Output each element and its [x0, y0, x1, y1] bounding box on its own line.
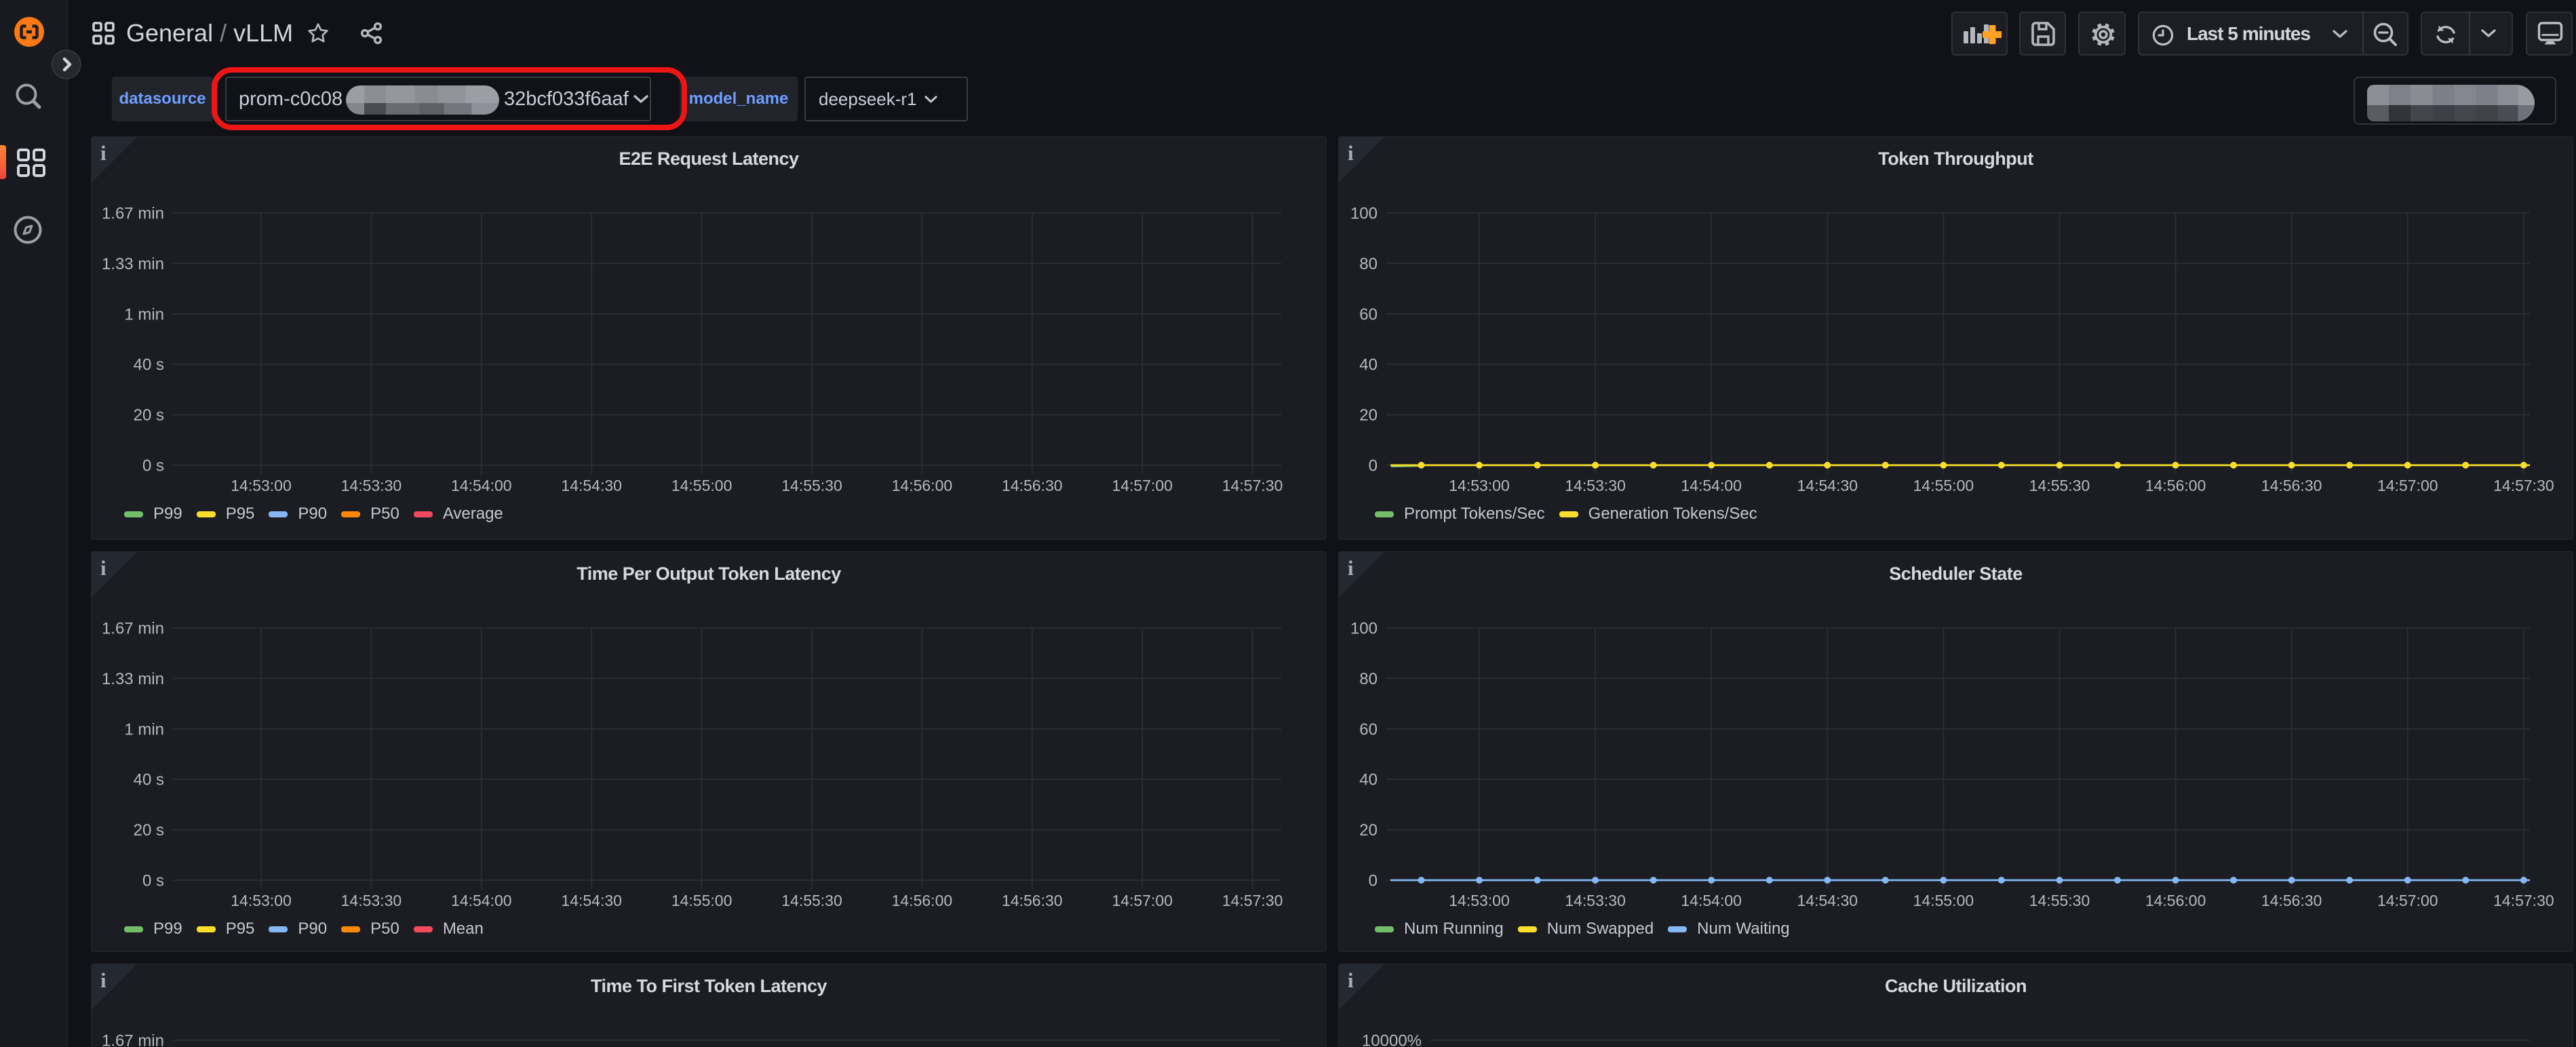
svg-text:14:54:30: 14:54:30 [561, 477, 622, 494]
svg-text:14:54:30: 14:54:30 [1797, 892, 1858, 909]
svg-text:14:55:30: 14:55:30 [2029, 892, 2090, 909]
svg-text:14:56:30: 14:56:30 [1002, 892, 1063, 909]
svg-text:14:53:00: 14:53:00 [231, 477, 292, 494]
svg-text:14:56:30: 14:56:30 [2261, 477, 2322, 494]
svg-text:14:57:30: 14:57:30 [1222, 477, 1283, 494]
svg-text:20: 20 [1359, 821, 1378, 839]
svg-text:20: 20 [1359, 406, 1378, 424]
svg-text:14:54:00: 14:54:00 [1681, 477, 1742, 494]
svg-text:0 s: 0 s [142, 872, 164, 890]
svg-text:14:54:00: 14:54:00 [451, 892, 512, 909]
svg-text:40: 40 [1359, 771, 1378, 789]
svg-text:14:53:30: 14:53:30 [1565, 477, 1626, 494]
svg-text:40: 40 [1359, 356, 1378, 374]
svg-text:14:56:30: 14:56:30 [2261, 892, 2322, 909]
svg-text:40 s: 40 s [134, 771, 164, 789]
svg-text:14:56:00: 14:56:00 [892, 477, 953, 494]
svg-text:14:57:30: 14:57:30 [1222, 892, 1283, 909]
svg-text:1.67 min: 1.67 min [102, 205, 164, 223]
svg-text:14:57:00: 14:57:00 [2377, 892, 2438, 909]
svg-text:14:54:30: 14:54:30 [1797, 477, 1858, 494]
svg-text:14:53:00: 14:53:00 [1449, 477, 1510, 494]
svg-text:1.67 min: 1.67 min [102, 620, 164, 638]
svg-text:14:54:30: 14:54:30 [561, 892, 622, 909]
svg-text:14:57:00: 14:57:00 [1112, 892, 1173, 909]
svg-text:20 s: 20 s [134, 821, 164, 839]
svg-text:14:53:30: 14:53:30 [341, 892, 402, 909]
svg-text:14:57:30: 14:57:30 [2493, 892, 2554, 909]
svg-text:20 s: 20 s [134, 406, 164, 424]
svg-text:14:57:00: 14:57:00 [1112, 477, 1173, 494]
svg-text:14:56:00: 14:56:00 [2145, 477, 2206, 494]
svg-text:14:55:00: 14:55:00 [671, 892, 733, 909]
svg-text:0: 0 [1369, 457, 1378, 475]
svg-text:10000%: 10000% [1362, 1032, 1422, 1047]
svg-text:14:53:00: 14:53:00 [231, 892, 292, 909]
svg-text:14:54:00: 14:54:00 [1681, 892, 1742, 909]
svg-text:14:57:30: 14:57:30 [2493, 477, 2554, 494]
svg-text:14:56:00: 14:56:00 [892, 892, 953, 909]
svg-text:14:53:30: 14:53:30 [341, 477, 402, 494]
svg-text:14:55:00: 14:55:00 [1913, 892, 1974, 909]
svg-text:60: 60 [1359, 305, 1378, 323]
svg-text:80: 80 [1359, 255, 1378, 273]
svg-text:14:55:00: 14:55:00 [671, 477, 733, 494]
svg-text:14:56:00: 14:56:00 [2145, 892, 2206, 909]
svg-text:100: 100 [1350, 620, 1378, 638]
svg-text:14:55:30: 14:55:30 [781, 892, 842, 909]
svg-text:1 min: 1 min [124, 305, 164, 323]
svg-text:14:56:30: 14:56:30 [1002, 477, 1063, 494]
svg-text:14:57:00: 14:57:00 [2377, 477, 2438, 494]
svg-text:14:53:00: 14:53:00 [1449, 892, 1510, 909]
svg-text:14:55:30: 14:55:30 [2029, 477, 2090, 494]
svg-text:1.33 min: 1.33 min [102, 670, 164, 688]
svg-text:14:55:00: 14:55:00 [1913, 477, 1974, 494]
svg-text:60: 60 [1359, 720, 1378, 738]
svg-text:40 s: 40 s [134, 356, 164, 374]
svg-text:80: 80 [1359, 670, 1378, 688]
svg-text:14:55:30: 14:55:30 [781, 477, 842, 494]
svg-text:100: 100 [1350, 205, 1378, 223]
svg-text:1.67 min: 1.67 min [102, 1032, 164, 1047]
svg-text:1 min: 1 min [124, 720, 164, 738]
svg-text:14:54:00: 14:54:00 [451, 477, 512, 494]
svg-text:0 s: 0 s [142, 457, 164, 475]
svg-text:1.33 min: 1.33 min [102, 255, 164, 273]
svg-text:0: 0 [1369, 872, 1378, 890]
svg-text:14:53:30: 14:53:30 [1565, 892, 1626, 909]
